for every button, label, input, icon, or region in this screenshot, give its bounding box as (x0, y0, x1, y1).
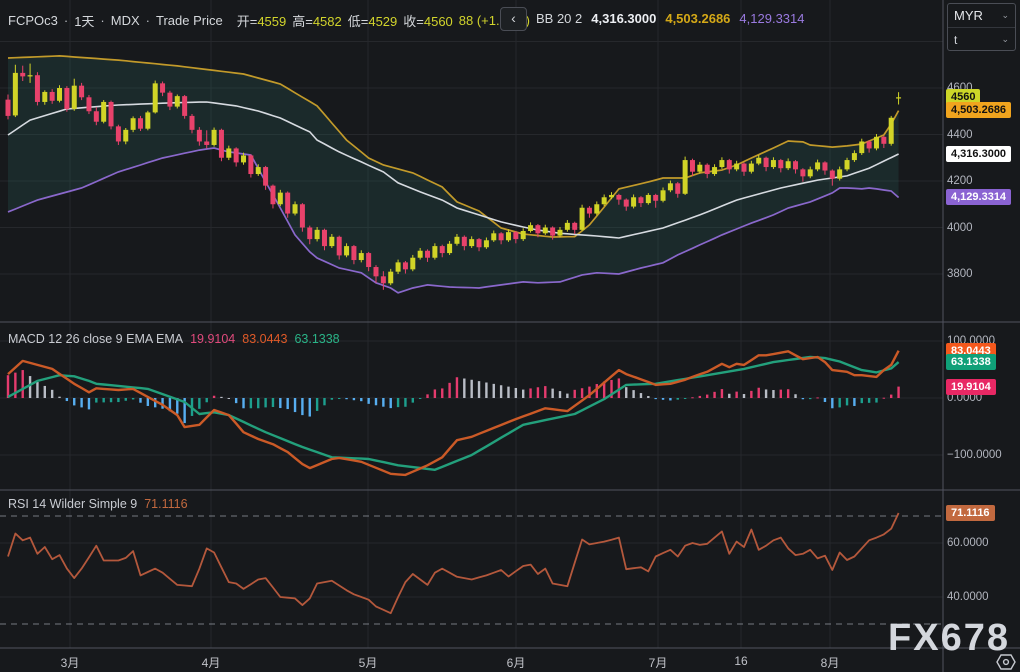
chevron-down-icon: ⌄ (1001, 10, 1009, 21)
separator-dot: · (100, 13, 104, 28)
ohlc-high: 高=4582 (292, 11, 342, 30)
macd-axis-badge: 19.9104 (946, 379, 996, 395)
price-axis-badge: 4,129.3314 (946, 189, 1011, 205)
time-axis-label[interactable]: 16 (734, 654, 747, 668)
macd-legend[interactable]: MACD 12 26 close 9 EMA EMA 19.9104 83.04… (8, 332, 340, 346)
macd-axis-tick: −100.0000 (947, 448, 1002, 462)
macd-line (8, 351, 899, 475)
ohlc-close: 收=4560 (403, 11, 453, 30)
macd-name[interactable]: MACD 12 26 close 9 EMA EMA (8, 332, 183, 346)
trading-chart-app: FCPOc3 · 1天 · MDX · Trade Price 开=4559 高… (0, 0, 1020, 672)
macd-signal-value: 63.1338 (294, 332, 339, 346)
ohlc-low: 低=4529 (348, 11, 398, 30)
currency-unit-selector: MYR ⌄ t ⌄ (947, 3, 1016, 51)
bb-name[interactable]: BB 20 2 (536, 11, 582, 26)
bb-basis-value: 4,316.3000 (591, 11, 656, 26)
price-axis-tick: 4200 (947, 174, 973, 188)
bb-lower-value: 4,129.3314 (739, 11, 804, 26)
bollinger-fill (8, 56, 899, 293)
macd-hist-value: 19.9104 (190, 332, 235, 346)
time-axis-label[interactable]: 5月 (359, 654, 378, 671)
time-axis-label[interactable]: 4月 (202, 654, 221, 671)
time-axis-label[interactable]: 7月 (649, 654, 668, 671)
macd-line-value: 83.0443 (242, 332, 287, 346)
time-axis-label[interactable]: 6月 (507, 654, 526, 671)
price-axis-tick: 4400 (947, 128, 973, 142)
price-axis-badge: 4,503.2686 (946, 102, 1011, 118)
macd-histogram (7, 370, 900, 423)
macd-axis-badge: 63.1338 (946, 354, 996, 370)
rsi-axis-tick: 60.0000 (947, 536, 989, 550)
currency-select[interactable]: MYR ⌄ (948, 4, 1015, 27)
exchange-label: MDX (111, 13, 140, 28)
symbol-legend[interactable]: FCPOc3 · 1天 · MDX · Trade Price 开=4559 高… (8, 11, 530, 30)
price-axis-tick: 3800 (947, 267, 973, 281)
symbol-name[interactable]: FCPOc3 (8, 13, 58, 28)
rsi-name[interactable]: RSI 14 Wilder Simple 9 (8, 497, 137, 511)
rsi-value: 71.1116 (144, 497, 187, 511)
unit-value: t (954, 33, 957, 47)
ohlc-open: 开=4559 (237, 11, 287, 30)
separator-dot: · (146, 13, 150, 28)
bb-upper-value: 4,503.2686 (665, 11, 730, 26)
macd-signal-line (8, 357, 899, 470)
collapse-legend-button[interactable]: ‹ (500, 7, 527, 31)
price-axis-badge: 4,316.3000 (946, 146, 1011, 162)
time-axis-label[interactable]: 8月 (821, 654, 840, 671)
chevron-down-icon: ⌄ (1001, 34, 1009, 45)
unit-select[interactable]: t ⌄ (948, 27, 1015, 51)
price-axis-tick: 4000 (947, 221, 973, 235)
fx678-watermark: FX678 (888, 619, 1010, 657)
time-axis-label[interactable]: 3月 (61, 654, 80, 671)
currency-value: MYR (954, 8, 983, 23)
rsi-legend[interactable]: RSI 14 Wilder Simple 9 71.1116 (8, 497, 188, 511)
rsi-axis-badge: 71.1116 (946, 505, 995, 521)
rsi-axis-tick: 40.0000 (947, 590, 989, 604)
bb-indicator-legend[interactable]: BB 20 2 4,316.3000 4,503.2686 4,129.3314 (536, 11, 805, 26)
rsi-line (8, 513, 899, 613)
price-type-label: Trade Price (156, 13, 223, 28)
interval-label[interactable]: 1天 (74, 11, 94, 30)
separator-dot: · (64, 13, 68, 28)
